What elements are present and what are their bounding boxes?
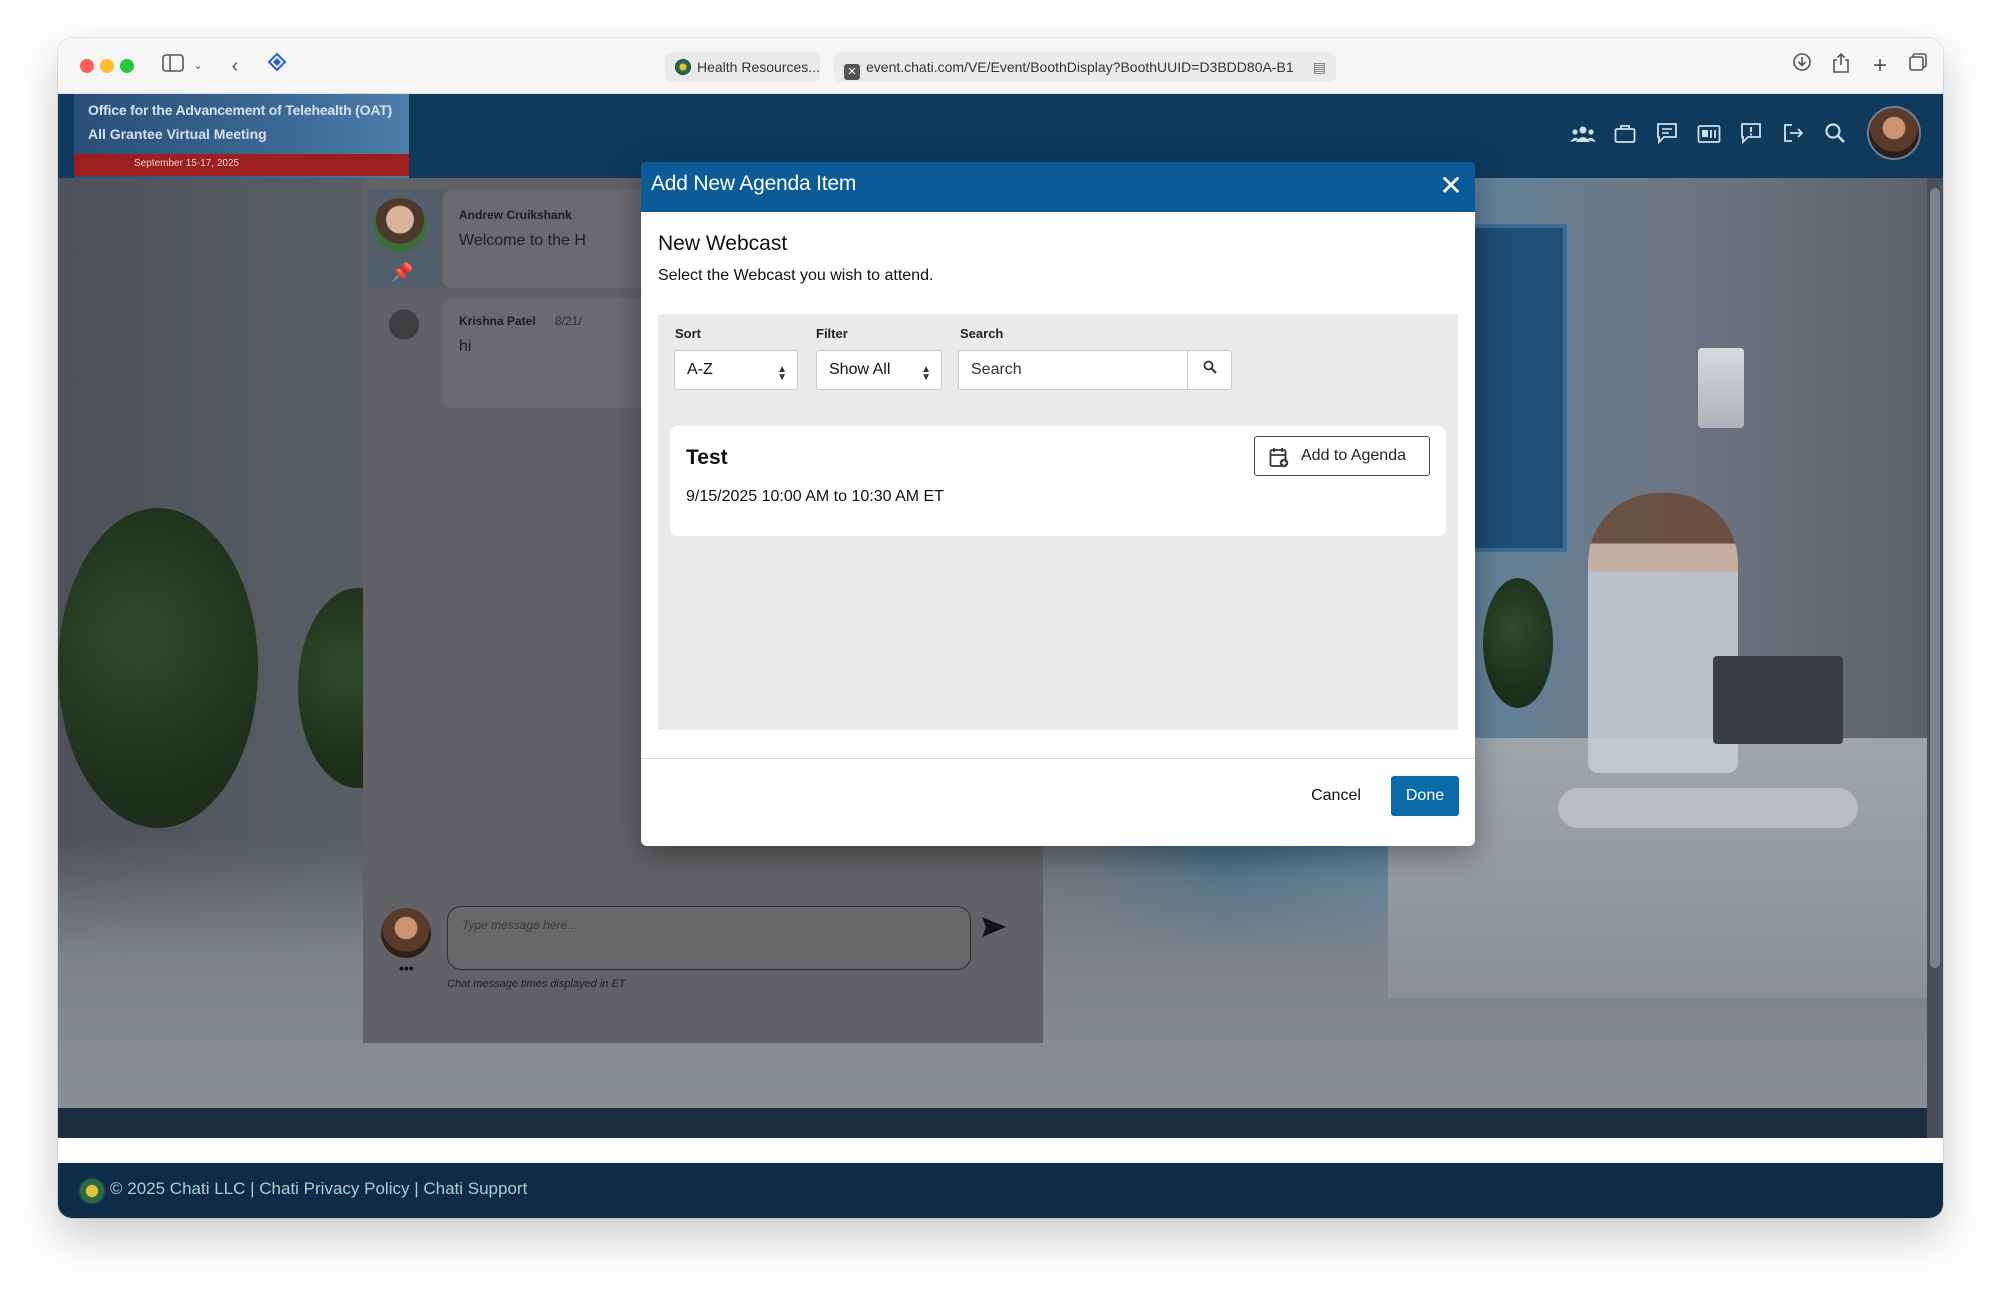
- sort-select[interactable]: A-Z ▲ ▼: [674, 350, 798, 390]
- section-subtitle: Select the Webcast you wish to attend.: [658, 267, 934, 284]
- scrollbar-thumb[interactable]: [1930, 188, 1940, 968]
- chat-icon[interactable]: [1652, 122, 1682, 152]
- maximize-window-button[interactable]: [120, 59, 134, 73]
- footer-text: © 2025 Chati LLC | Chati Privacy Policy …: [110, 1179, 527, 1199]
- chat-message-input[interactable]: [462, 913, 942, 937]
- extension-icon[interactable]: [263, 52, 291, 80]
- minimize-window-button[interactable]: [100, 59, 114, 73]
- site-favicon-icon: ✕: [844, 64, 860, 80]
- chat-message-text: hi: [459, 338, 472, 355]
- filter-value: Show All: [829, 361, 891, 378]
- webcast-list: Test 9/15/2025 10:00 AM to 10:30 AM ET A…: [658, 416, 1458, 730]
- chat-avatar-placeholder[interactable]: [377, 304, 431, 358]
- pin-icon[interactable]: 📌: [391, 262, 413, 283]
- logo-subtitle: All Grantee Virtual Meeting: [88, 126, 267, 142]
- search-button[interactable]: [1187, 351, 1231, 389]
- chat-avatar[interactable]: [373, 198, 427, 252]
- chati-logo: [78, 1177, 106, 1205]
- chat-message-text: Welcome to the H: [459, 232, 586, 249]
- chat-sender-name: Andrew Cruikshank: [459, 208, 572, 222]
- footer-separator: |: [409, 1179, 424, 1198]
- chat-time-note: Chat message times displayed in ET: [447, 978, 626, 990]
- copyright-text: © 2025 Chati LLC: [110, 1179, 246, 1198]
- webcast-card: Test 9/15/2025 10:00 AM to 10:30 AM ET A…: [670, 426, 1446, 536]
- calendar-add-icon: [1269, 448, 1289, 468]
- chat-sender-name: Krishna Patel: [459, 314, 536, 328]
- chat-message-box[interactable]: [447, 906, 971, 970]
- sort-value: A-Z: [687, 361, 713, 378]
- counter-rim: [1558, 788, 1858, 828]
- search-input[interactable]: [971, 359, 1171, 381]
- privacy-policy-link[interactable]: Chati Privacy Policy: [259, 1179, 409, 1198]
- filter-bar: Sort A-Z ▲ ▼ Filter Show All ▲ ▼ Search: [658, 314, 1458, 416]
- user-avatar[interactable]: [1867, 106, 1921, 160]
- feedback-icon[interactable]: [1736, 122, 1766, 152]
- done-button[interactable]: Done: [1391, 776, 1459, 816]
- background-lamp: [1698, 348, 1744, 428]
- webcast-time: 9/15/2025 10:00 AM to 10:30 AM ET: [686, 488, 944, 505]
- chevron-down-icon[interactable]: ⌄: [190, 52, 206, 80]
- back-arrow-icon[interactable]: ‹: [223, 52, 247, 80]
- logout-icon[interactable]: [1778, 122, 1808, 152]
- section-title: New Webcast: [658, 232, 788, 255]
- more-options-icon[interactable]: •••: [399, 960, 414, 976]
- sort-label: Sort: [675, 326, 701, 341]
- my-avatar[interactable]: [381, 908, 431, 958]
- sidebar-toggle-icon[interactable]: [158, 52, 188, 80]
- send-icon[interactable]: [981, 916, 1011, 946]
- browser-tab[interactable]: Health Resources...: [665, 52, 820, 82]
- support-link[interactable]: Chati Support: [423, 1179, 527, 1198]
- share-icon[interactable]: [1827, 52, 1855, 80]
- attendees-icon[interactable]: [1568, 122, 1598, 152]
- url-text: event.chati.com/VE/Event/BoothDisplay?Bo…: [866, 59, 1294, 75]
- close-icon[interactable]: ✕: [1435, 170, 1467, 202]
- filter-select[interactable]: Show All ▲ ▼: [816, 350, 942, 390]
- webcast-title: Test: [686, 446, 728, 469]
- cancel-button[interactable]: Cancel: [1303, 776, 1369, 816]
- search-icon[interactable]: [1820, 122, 1850, 152]
- reception-monitor: [1713, 656, 1843, 744]
- modal-title: Add New Agenda Item: [651, 172, 857, 195]
- reader-icon[interactable]: ▤: [1313, 52, 1326, 82]
- tab-favicon-icon: [675, 59, 691, 75]
- content-bottom-strip: [58, 1108, 1943, 1138]
- footer-separator: |: [245, 1179, 260, 1198]
- scrollbar[interactable]: [1927, 178, 1943, 1138]
- chat-message-time: 8/21/: [555, 314, 582, 328]
- logo-date-strip: September 15-17, 2025: [74, 154, 409, 176]
- tab-label: Health Resources...: [697, 59, 820, 75]
- event-logo[interactable]: Office for the Advancement of Telehealth…: [74, 94, 409, 178]
- logo-title: Office for the Advancement of Telehealth…: [88, 102, 393, 118]
- tab-overview-icon[interactable]: [1904, 52, 1932, 80]
- add-agenda-item-modal: Add New Agenda Item ✕ New Webcast Select…: [641, 162, 1475, 846]
- modal-header: Add New Agenda Item ✕: [641, 162, 1475, 212]
- footer: © 2025 Chati LLC | Chati Privacy Policy …: [58, 1163, 1943, 1218]
- briefcase-icon[interactable]: [1610, 122, 1640, 152]
- select-arrows-icon: ▼: [777, 372, 787, 383]
- close-window-button[interactable]: [80, 59, 94, 73]
- search-label: Search: [960, 326, 1004, 341]
- add-to-agenda-label: Add to Agenda: [1301, 447, 1406, 464]
- modal-divider: [641, 758, 1475, 759]
- background-plant: [58, 508, 258, 828]
- logo-date: September 15-17, 2025: [134, 158, 240, 169]
- select-arrows-icon: ▼: [921, 372, 931, 383]
- browser-toolbar: ⌄ ‹ Health Resources... ✕ event.chati.com…: [58, 38, 1943, 94]
- page: ⌄ ‹ Health Resources... ✕ event.chati.com…: [0, 0, 2000, 1295]
- search-icon: [1203, 360, 1217, 374]
- business-card-icon[interactable]: [1694, 122, 1724, 152]
- background-plant: [1483, 578, 1553, 708]
- new-tab-icon[interactable]: +: [1866, 52, 1894, 80]
- add-to-agenda-button[interactable]: Add to Agenda: [1254, 436, 1430, 476]
- filter-label: Filter: [816, 326, 848, 341]
- download-icon[interactable]: [1788, 52, 1816, 80]
- browser-window: ⌄ ‹ Health Resources... ✕ event.chati.com…: [58, 38, 1943, 1218]
- search-box: [958, 350, 1232, 390]
- address-bar[interactable]: ✕ event.chati.com/VE/Event/BoothDisplay?B…: [834, 52, 1336, 82]
